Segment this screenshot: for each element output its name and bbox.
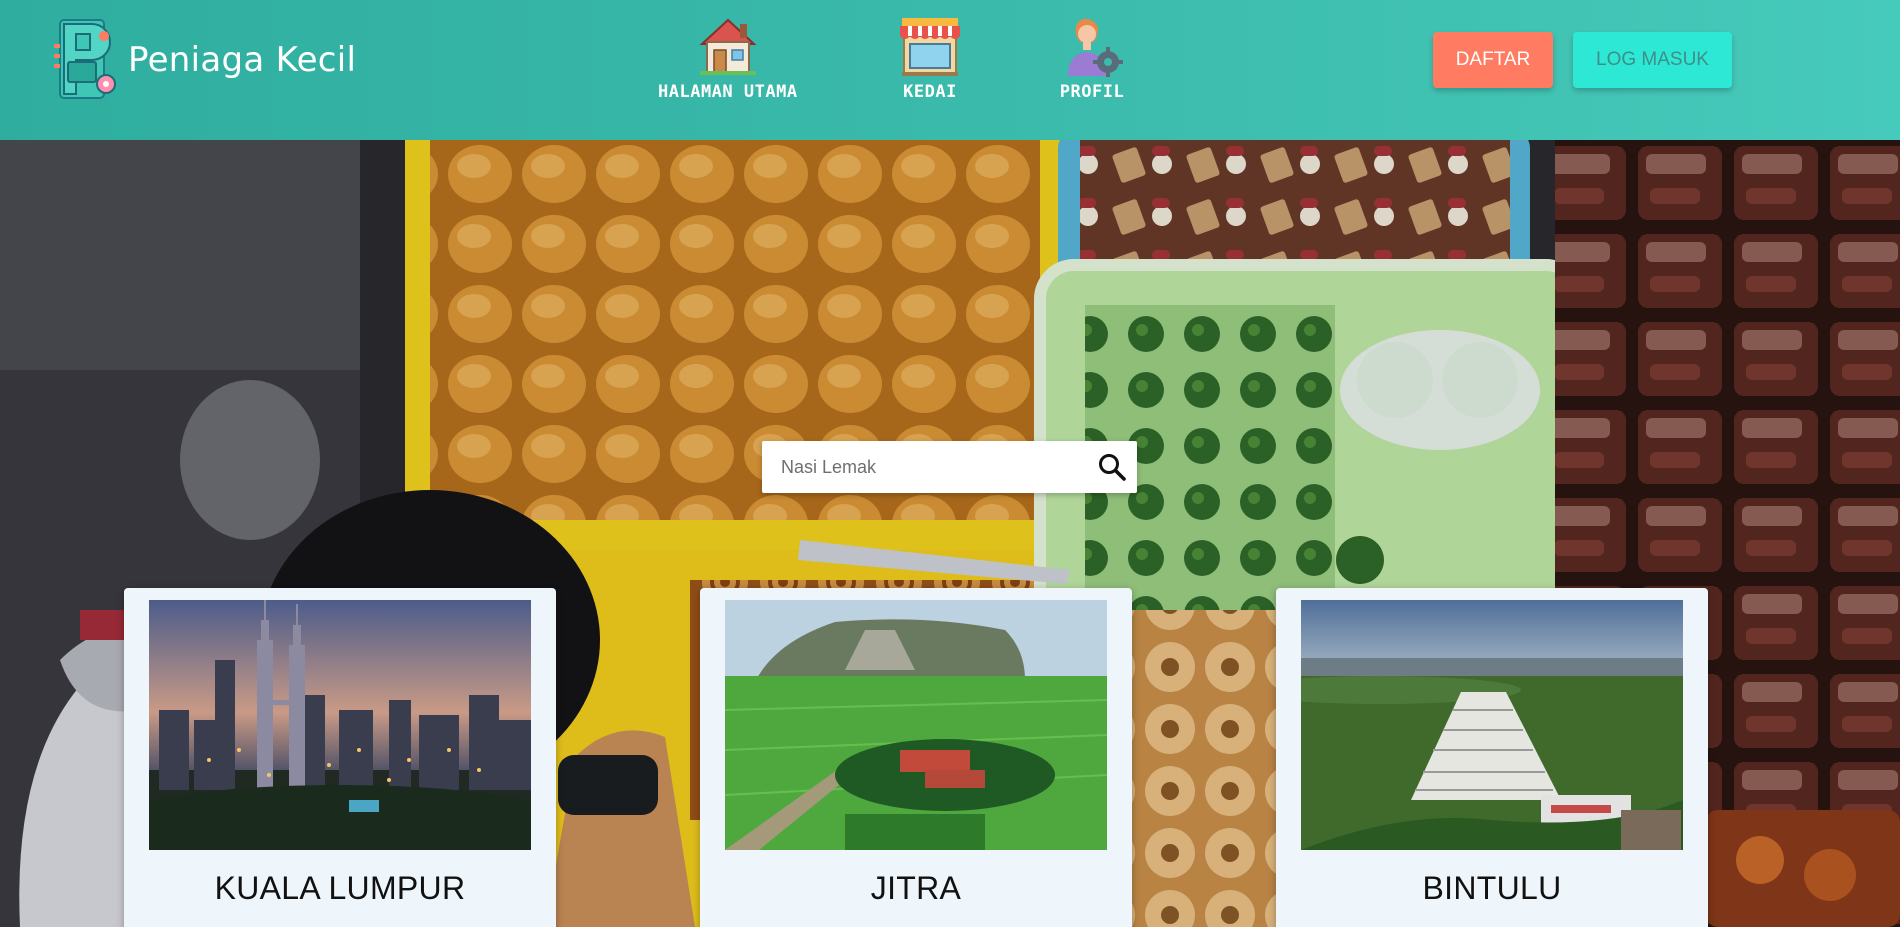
nav-item-profil[interactable]: PROFIL <box>1058 12 1126 102</box>
search-input[interactable] <box>762 441 1097 493</box>
register-button[interactable]: DAFTAR <box>1433 32 1553 88</box>
city-image-jitra <box>725 600 1107 850</box>
nav-item-kedai[interactable]: KEDAI <box>896 12 964 102</box>
brand-logo[interactable]: Peniaga Kecil <box>54 14 356 106</box>
profile-gear-icon <box>1068 18 1123 77</box>
search-icon[interactable] <box>1097 452 1127 482</box>
city-card-jitra[interactable]: JITRA <box>700 588 1132 927</box>
city-image-bintulu <box>1301 600 1683 850</box>
city-card-bintulu[interactable]: BINTULU <box>1276 588 1708 927</box>
nav-item-halaman-utama[interactable]: HALAMAN UTAMA <box>658 12 798 102</box>
logo-mark-icon <box>54 19 116 99</box>
city-name: JITRA <box>870 870 962 906</box>
city-name: KUALA LUMPUR <box>214 870 466 906</box>
nav-label: PROFIL <box>1059 82 1125 102</box>
nav-label: HALAMAN UTAMA <box>658 82 798 102</box>
nav-label: KEDAI <box>903 82 957 102</box>
brand-name: Peniaga Kecil <box>128 40 357 80</box>
city-name: BINTULU <box>1422 870 1562 906</box>
city-card-kuala-lumpur[interactable]: KUALA LUMPUR <box>124 588 556 927</box>
shop-icon <box>900 18 960 76</box>
house-icon <box>699 18 757 75</box>
top-navbar: Peniaga Kecil HALAMAN UTAMA KEDAI PROFIL… <box>0 0 1900 140</box>
login-button[interactable]: LOG MASUK <box>1573 32 1732 88</box>
city-image-kuala-lumpur <box>149 600 531 850</box>
search-bar <box>762 441 1137 493</box>
